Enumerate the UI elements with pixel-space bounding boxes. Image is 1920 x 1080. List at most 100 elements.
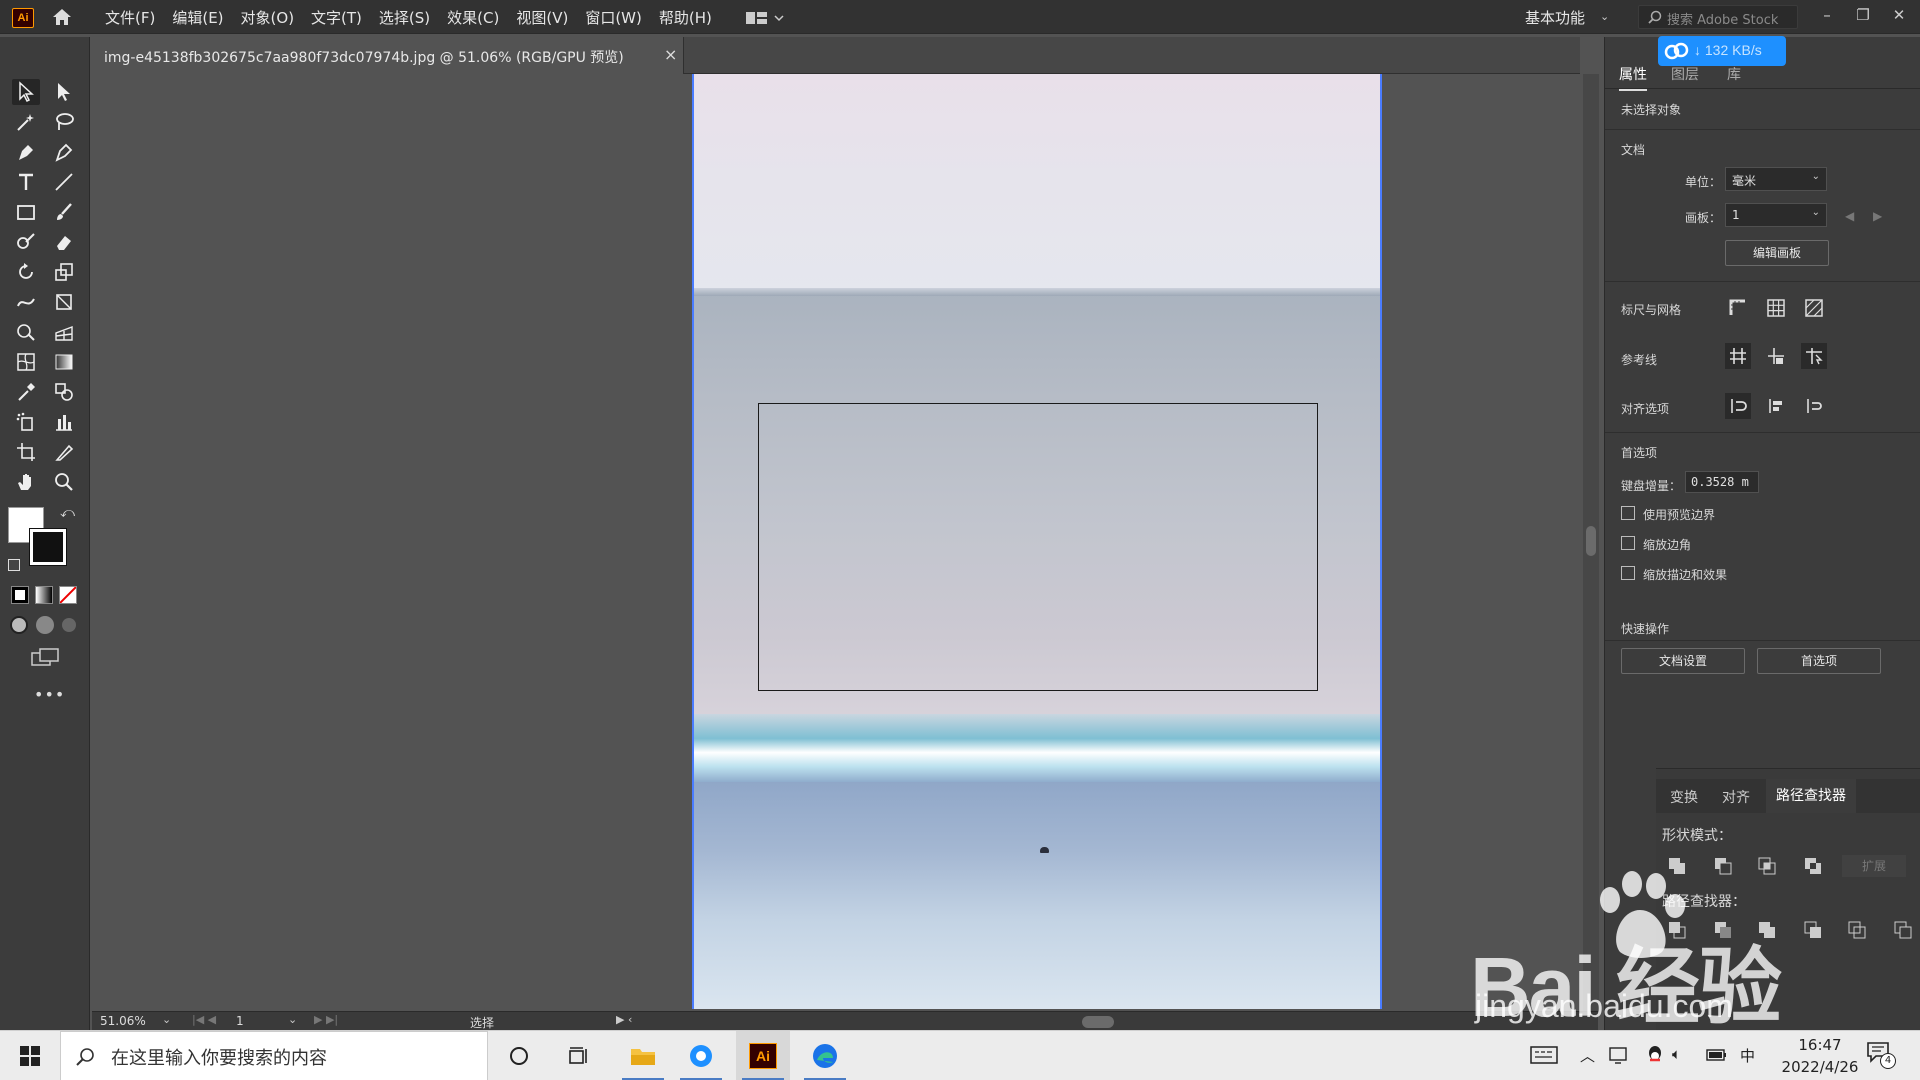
scale-corners-checkbox[interactable] (1621, 536, 1635, 550)
menu-type[interactable]: 文字(T) (311, 7, 362, 28)
close-tab-icon[interactable]: × (664, 45, 677, 64)
minus-front-icon[interactable] (1712, 855, 1734, 877)
column-graph-tool[interactable] (50, 409, 78, 435)
none-mode-icon[interactable] (59, 586, 77, 604)
vertical-scroll-thumb[interactable] (1586, 526, 1596, 556)
edge-button[interactable] (798, 1031, 852, 1080)
artboard[interactable] (692, 74, 1382, 1009)
home-icon[interactable] (50, 7, 74, 27)
draw-normal-icon[interactable] (10, 616, 28, 634)
grid-icon[interactable] (1763, 295, 1789, 321)
document-setup-button[interactable]: 文档设置 (1621, 648, 1745, 674)
drawn-rectangle[interactable] (758, 403, 1318, 691)
menu-window[interactable]: 窗口(W) (585, 7, 642, 28)
draw-inside-icon[interactable] (62, 618, 76, 632)
arrange-documents-icon[interactable] (745, 10, 785, 26)
exclude-icon[interactable] (1802, 855, 1824, 877)
canvas[interactable] (92, 74, 1580, 1011)
minus-back-icon[interactable] (1892, 919, 1914, 941)
battery-icon[interactable] (1706, 1047, 1728, 1063)
snap-to-point-icon[interactable] (1725, 393, 1751, 419)
rectangle-tool[interactable] (12, 199, 40, 225)
tab-libraries[interactable]: 库 (1727, 64, 1741, 84)
smart-guides-icon[interactable] (1763, 343, 1789, 369)
document-tab[interactable]: img-e45138fb302675c7aa980f73dc07974b.jpg… (92, 37, 684, 74)
zoom-dropdown-icon[interactable]: ⌄ (162, 1013, 171, 1026)
trim-icon[interactable] (1712, 919, 1734, 941)
more-tools-icon[interactable]: ••• (34, 685, 65, 704)
rotate-tool[interactable] (12, 259, 40, 285)
unit-select[interactable]: 毫米 ⌄ (1725, 167, 1827, 191)
file-explorer-button[interactable] (616, 1031, 670, 1080)
tray-expand-icon[interactable]: ︿ (1580, 1045, 1595, 1066)
default-colors-icon[interactable] (8, 559, 20, 571)
crop-icon[interactable] (1802, 919, 1824, 941)
system-clock[interactable]: 16:47 2022/4/26 (1780, 1034, 1860, 1078)
gradient-mode-icon[interactable] (35, 586, 53, 604)
width-tool[interactable] (12, 289, 40, 315)
task-view-button[interactable] (552, 1031, 606, 1080)
gradient-tool[interactable] (50, 349, 78, 375)
notifications-button[interactable]: 4 (1866, 1041, 1900, 1071)
paintbrush-tool[interactable] (50, 199, 78, 225)
app-logo[interactable]: Ai (12, 8, 34, 28)
illustrator-button[interactable]: Ai (736, 1031, 790, 1080)
type-tool[interactable] (12, 169, 40, 195)
unite-icon[interactable] (1666, 855, 1688, 877)
screen-mode-icon[interactable] (30, 647, 60, 669)
rulers-icon[interactable] (1725, 295, 1751, 321)
prev-artboard-icon[interactable]: ◀ (1845, 209, 1854, 223)
direct-selection-tool[interactable] (50, 79, 78, 105)
lasso-tool[interactable] (50, 109, 78, 135)
ime-indicator[interactable]: 中 (1740, 1045, 1755, 1066)
zoom-level[interactable]: 51.06% (100, 1014, 146, 1028)
snap-to-glyph-icon[interactable] (1763, 393, 1789, 419)
draw-behind-icon[interactable] (36, 616, 54, 634)
tab-properties[interactable]: 属性 (1619, 64, 1647, 91)
first-prev-artboard-icon[interactable]: |◀ ◀ (192, 1013, 216, 1026)
curvature-tool[interactable] (50, 139, 78, 165)
shape-builder-tool[interactable] (12, 319, 40, 345)
status-menu-arrow-icon[interactable]: ▶ ‹ (616, 1013, 632, 1026)
guides-icon[interactable] (1725, 343, 1751, 369)
restore-button[interactable]: ❐ (1850, 4, 1876, 26)
stroke-swatch[interactable] (29, 528, 67, 566)
volume-icon[interactable]: 🔈︎ (1672, 1045, 1681, 1063)
keyboard-icon[interactable] (1530, 1045, 1558, 1065)
next-last-artboard-icon[interactable]: ▶ ▶| (314, 1013, 338, 1026)
color-mode-icon[interactable] (11, 586, 29, 604)
align-to-glyph-icon[interactable] (1801, 393, 1827, 419)
menu-effect[interactable]: 效果(C) (447, 7, 499, 28)
vertical-scrollbar[interactable] (1583, 74, 1599, 1011)
line-tool[interactable] (50, 169, 78, 195)
tab-pathfinder[interactable]: 路径查找器 (1766, 779, 1856, 813)
outline-icon[interactable] (1846, 919, 1868, 941)
blend-tool[interactable] (50, 379, 78, 405)
transparency-grid-icon[interactable] (1801, 295, 1827, 321)
symbol-sprayer-tool[interactable] (12, 409, 40, 435)
use-preview-bounds-checkbox[interactable] (1621, 506, 1635, 520)
next-artboard-icon[interactable]: ▶ (1873, 209, 1882, 223)
edit-artboards-button[interactable]: 编辑画板 (1725, 240, 1829, 266)
horizontal-scroll-thumb[interactable] (1082, 1016, 1114, 1028)
artboard-dropdown-icon[interactable]: ⌄ (288, 1013, 297, 1026)
menu-view[interactable]: 视图(V) (516, 7, 568, 28)
minimize-button[interactable]: – (1814, 4, 1840, 26)
intersect-icon[interactable] (1756, 855, 1778, 877)
eraser-tool[interactable] (50, 229, 78, 255)
menu-help[interactable]: 帮助(H) (659, 7, 712, 28)
chevron-down-icon[interactable]: ⌄ (1600, 10, 1609, 23)
hand-tool[interactable] (12, 469, 40, 495)
pixel-grid-icon[interactable] (1801, 343, 1827, 369)
perspective-grid-tool[interactable] (50, 319, 78, 345)
close-window-button[interactable]: ✕ (1886, 4, 1912, 26)
cortana-button[interactable] (492, 1031, 546, 1080)
zoom-tool[interactable] (50, 469, 78, 495)
divide-icon[interactable] (1666, 919, 1688, 941)
eyedropper-tool[interactable] (12, 379, 40, 405)
expand-button[interactable]: 扩展 (1842, 855, 1906, 877)
browser-button[interactable] (674, 1031, 728, 1080)
tab-transform[interactable]: 变换 (1670, 787, 1698, 807)
selection-tool[interactable] (12, 79, 40, 105)
menu-object[interactable]: 对象(O) (241, 7, 295, 28)
